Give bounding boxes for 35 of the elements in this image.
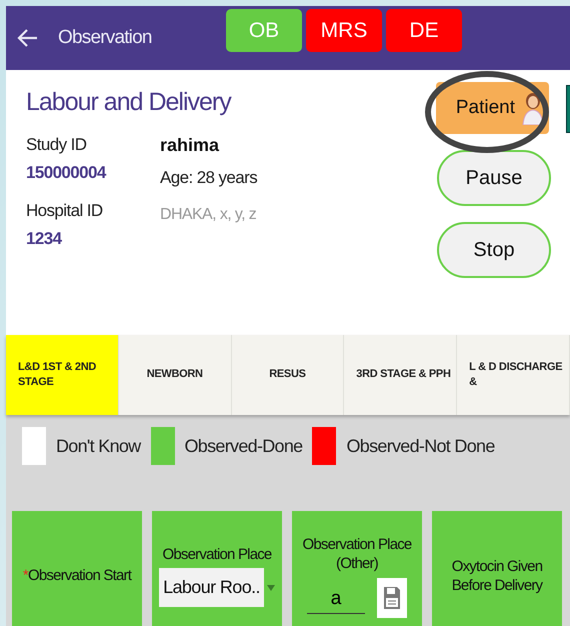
field-label: Hospital ID: [26, 201, 104, 221]
tab[interactable]: L&D 1ST & 2ND STAGE: [6, 335, 119, 415]
legend-label: Observed-Not Done: [346, 436, 495, 456]
action-button[interactable]: Stop: [437, 222, 551, 278]
card-label: Observation Place (Other): [302, 534, 412, 574]
card-label: Oxytocin Given Before Delivery: [450, 556, 544, 596]
status-tab[interactable]: MRS: [306, 9, 382, 52]
legend-label: Don't Know: [56, 436, 140, 456]
patient-address: DHAKA, x, y, z: [160, 206, 258, 224]
observation-card[interactable]: *Observation Start: [12, 511, 142, 626]
section-title: Labour and Delivery: [26, 88, 232, 117]
tab[interactable]: 3RD STAGE & PPH: [344, 335, 458, 415]
patient-button[interactable]: Patient: [436, 82, 549, 134]
tab[interactable]: L & D DISCHARGE &: [457, 335, 570, 415]
person-icon: [521, 91, 545, 125]
legend-label: Observed-Done: [184, 436, 302, 456]
tab[interactable]: NEWBORN: [118, 335, 232, 415]
patient-name: rahima: [160, 135, 220, 156]
dropdown-caret-icon[interactable]: [266, 584, 275, 591]
study-id-value: 150000004: [26, 163, 108, 183]
hospital-id-value: 1234: [26, 229, 63, 249]
dropdown-field[interactable]: Labour Roo..: [159, 568, 264, 608]
save-button[interactable]: [377, 578, 407, 618]
patient-age: Age: 28 years: [160, 168, 258, 188]
observation-card[interactable]: Observation Place Labour Roo..: [152, 511, 282, 626]
card-label: *Observation Start: [22, 566, 133, 586]
text-field[interactable]: a: [307, 582, 365, 614]
card-label: Observation Place: [162, 544, 272, 564]
status-tab[interactable]: DE: [386, 9, 462, 52]
observation-card[interactable]: Oxytocin Given Before Delivery: [432, 511, 562, 626]
observation-card[interactable]: Observation Place (Other) a: [292, 511, 422, 626]
field-label: Study ID: [26, 135, 88, 155]
action-button[interactable]: Pause: [437, 150, 551, 206]
screen-title: Observation: [58, 27, 153, 49]
tab[interactable]: RESUS: [232, 335, 344, 415]
